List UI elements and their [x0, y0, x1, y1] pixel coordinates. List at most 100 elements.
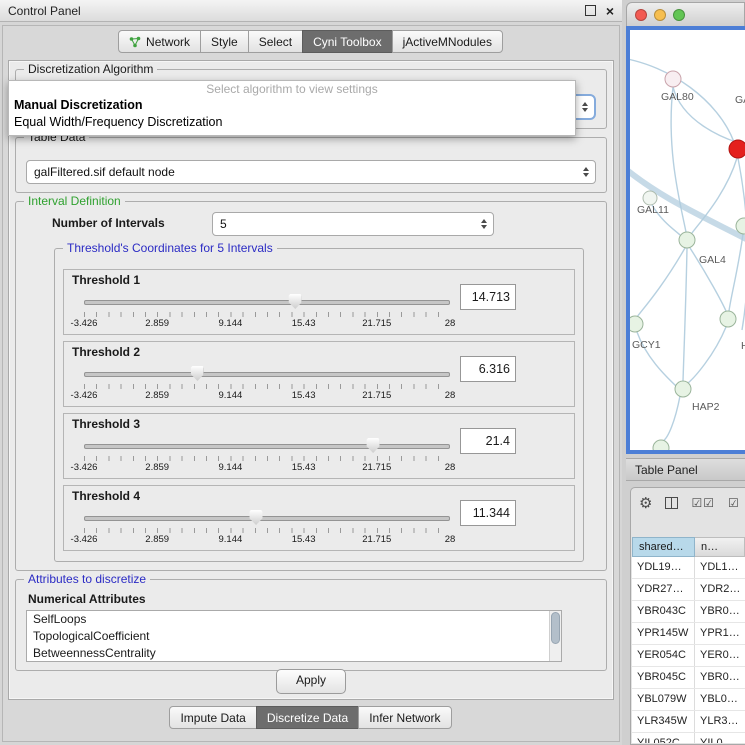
network-node[interactable]	[720, 311, 736, 327]
threshold-1-value-field[interactable]: 14.713	[460, 284, 516, 310]
network-edge[interactable]	[729, 234, 743, 311]
cell[interactable]: YIL0…	[695, 733, 745, 743]
table-row[interactable]: YBL079W YBL0…	[632, 689, 745, 711]
slider-thumb[interactable]	[250, 510, 263, 525]
threshold-4-value-field[interactable]: 11.344	[460, 500, 516, 526]
network-node[interactable]	[675, 381, 691, 397]
cell[interactable]: YDL1…	[695, 557, 745, 578]
table-row[interactable]: YBR045C YBR0…	[632, 667, 745, 689]
network-node[interactable]	[643, 191, 657, 205]
mac-zoom-icon[interactable]	[673, 9, 685, 21]
cell[interactable]: YBL0…	[695, 689, 745, 710]
table-row[interactable]: YPR145W YPR1…	[632, 623, 745, 645]
threshold-1-slider[interactable]	[84, 294, 450, 310]
cell[interactable]: YER054C	[632, 645, 695, 666]
scale-label: 9.144	[219, 462, 243, 473]
columns-icon[interactable]	[665, 497, 678, 509]
tab-jactivemnodules[interactable]: jActiveMNodules	[392, 30, 503, 53]
network-edge[interactable]	[688, 327, 726, 383]
close-icon[interactable]: ×	[606, 6, 614, 16]
mac-close-icon[interactable]	[635, 9, 647, 21]
slider-track[interactable]	[84, 300, 450, 305]
threshold-2-slider[interactable]	[84, 366, 450, 382]
threshold-4-panel: Threshold 4 -3.426 2.859 9.144 15.43 21.…	[63, 485, 575, 551]
list-item[interactable]: TopologicalCoefficient	[27, 628, 561, 645]
number-of-intervals-combobox[interactable]: 5	[212, 212, 494, 236]
tab-network[interactable]: Network	[118, 30, 201, 53]
apply-button[interactable]: Apply	[276, 669, 346, 694]
threshold-2-value-field[interactable]: 6.316	[460, 356, 516, 382]
slider-thumb[interactable]	[367, 438, 380, 453]
slider-track[interactable]	[84, 516, 450, 521]
cell[interactable]: YPR145W	[632, 623, 695, 644]
float-window-icon[interactable]	[585, 5, 596, 16]
tab-impute-data[interactable]: Impute Data	[169, 706, 256, 729]
threshold-4-slider[interactable]	[84, 510, 450, 526]
cell[interactable]: YBR0…	[695, 601, 745, 622]
tab-style[interactable]: Style	[200, 30, 249, 53]
threshold-3-value-field[interactable]: 21.4	[460, 428, 516, 454]
table-data-combobox[interactable]: galFiltered.sif default node	[26, 160, 596, 184]
cell[interactable]: YPR1…	[695, 623, 745, 644]
tab-infer-network[interactable]: Infer Network	[358, 706, 451, 729]
network-node[interactable]	[665, 71, 681, 87]
column-header-shared-name[interactable]: shared…	[632, 537, 695, 557]
table-row[interactable]: YIL052C YIL0…	[632, 733, 745, 743]
tab-select[interactable]: Select	[248, 30, 303, 53]
scale-label: -3.426	[71, 318, 98, 329]
algorithm-option-manual[interactable]: Manual Discretization	[9, 97, 575, 114]
table-row[interactable]: YER054C YER0…	[632, 645, 745, 667]
threshold-3-label: Threshold 3	[72, 417, 140, 431]
cell[interactable]: YDR27…	[632, 579, 695, 600]
scale-label: 21.715	[362, 318, 391, 329]
thresholds-group-label: Threshold's Coordinates for 5 Intervals	[63, 241, 277, 255]
select-all-icon[interactable]: ☑	[728, 497, 740, 509]
table-row[interactable]: YDL19… YDL1…	[632, 557, 745, 579]
tab-discretize-data[interactable]: Discretize Data	[256, 706, 359, 729]
gear-icon[interactable]: ⚙	[639, 496, 652, 511]
network-node[interactable]	[630, 316, 643, 332]
list-item[interactable]: SelfLoops	[27, 611, 561, 628]
cell[interactable]: YBR0…	[695, 667, 745, 688]
cell[interactable]: YIL052C	[632, 733, 695, 743]
cell[interactable]: YER0…	[695, 645, 745, 666]
algorithm-option-equal-width[interactable]: Equal Width/Frequency Discretization	[9, 114, 575, 131]
table-row[interactable]: YBR043C YBR0…	[632, 601, 745, 623]
scrollbar[interactable]	[549, 611, 561, 661]
slider-thumb[interactable]	[191, 366, 204, 381]
network-node[interactable]	[729, 140, 745, 158]
scrollbar-thumb[interactable]	[551, 612, 560, 644]
network-canvas[interactable]: GAL80GAGAL11GAL4GCY1HHAP2	[626, 26, 745, 454]
tab-cyni-toolbox[interactable]: Cyni Toolbox	[302, 30, 392, 53]
cell[interactable]: YBR043C	[632, 601, 695, 622]
number-of-intervals-label: Number of Intervals	[52, 216, 165, 230]
scale-label: 9.144	[219, 318, 243, 329]
network-node[interactable]	[679, 232, 695, 248]
mac-minimize-icon[interactable]	[654, 9, 666, 21]
slider-track[interactable]	[84, 372, 450, 377]
network-edge[interactable]	[663, 396, 680, 441]
scale-label: 15.43	[292, 534, 316, 545]
network-node[interactable]	[653, 440, 669, 450]
cell[interactable]: YDR2…	[695, 579, 745, 600]
network-edge[interactable]	[637, 248, 685, 317]
cell[interactable]: YDL19…	[632, 557, 695, 578]
table-row[interactable]: YLR345W YLR3…	[632, 711, 745, 733]
cell[interactable]: YBL079W	[632, 689, 695, 710]
cell[interactable]: YLR345W	[632, 711, 695, 732]
slider-ticks	[84, 384, 450, 389]
cell[interactable]: YBR045C	[632, 667, 695, 688]
discretization-algorithm-group-label: Discretization Algorithm	[24, 62, 157, 76]
network-edge[interactable]	[683, 248, 687, 381]
numerical-attributes-list[interactable]: SelfLoops TopologicalCoefficient Between…	[26, 610, 562, 662]
slider-thumb[interactable]	[289, 294, 302, 309]
threshold-3-slider[interactable]	[84, 438, 450, 454]
list-item[interactable]: BetweennessCentrality	[27, 645, 561, 662]
cell[interactable]: YLR3…	[695, 711, 745, 732]
select-columns-icon[interactable]: ☑☑	[691, 497, 715, 509]
slider-track[interactable]	[84, 444, 450, 449]
column-header-name[interactable]: n…	[695, 537, 745, 557]
threshold-4-label: Threshold 4	[72, 489, 140, 503]
threshold-1-label: Threshold 1	[72, 273, 140, 287]
table-row[interactable]: YDR27… YDR2…	[632, 579, 745, 601]
